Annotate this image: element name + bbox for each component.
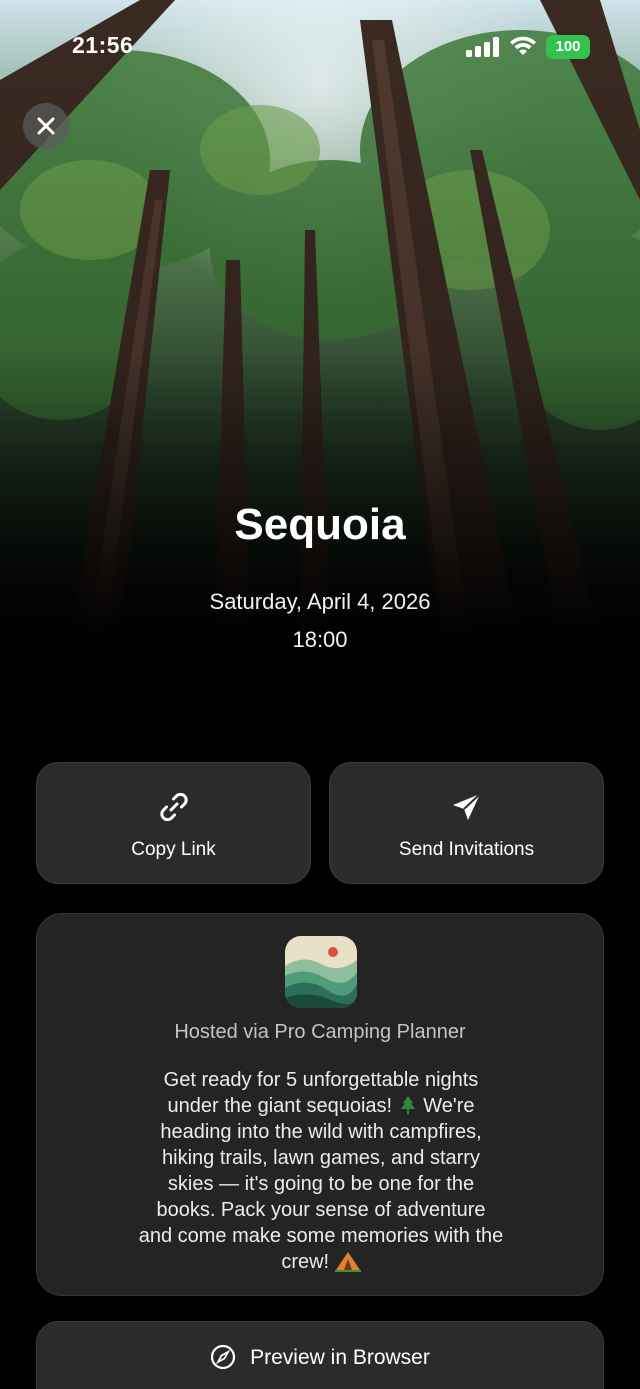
compass-icon <box>211 1344 236 1370</box>
description-line: heading into the wild with campfires, <box>160 1121 482 1143</box>
event-date: Saturday, April 4, 2026 <box>209 589 431 614</box>
description-line: hiking trails, lawn games, and starry <box>162 1147 480 1169</box>
copy-link-button[interactable]: Copy Link <box>36 762 311 884</box>
paper-plane-icon <box>452 793 481 820</box>
description-line: books. Pack your sense of adventure <box>156 1199 486 1221</box>
event-title: Sequoia <box>234 500 406 549</box>
preview-in-browser-label: Preview in Browser <box>250 1346 430 1369</box>
send-invitations-button[interactable]: Send Invitations <box>329 762 604 884</box>
event-description: Get ready for 5 unforgettable nights und… <box>107 1067 535 1275</box>
preview-in-browser-button[interactable]: Preview in Browser <box>36 1321 604 1389</box>
description-line: and come make some memories with the <box>138 1225 504 1247</box>
status-time: 21:56 <box>72 32 134 58</box>
battery-indicator: 100 <box>546 35 590 59</box>
description-line: skies — it's going to be one for the <box>167 1173 475 1195</box>
event-time: 18:00 <box>292 627 348 652</box>
send-invitations-label: Send Invitations <box>398 839 535 860</box>
wifi-icon <box>510 36 536 55</box>
host-card: Hosted via Pro Camping Planner Get ready… <box>36 913 604 1296</box>
tent-icon <box>334 1252 361 1272</box>
cellular-signal-icon <box>466 37 499 57</box>
copy-link-label: Copy Link <box>131 839 216 860</box>
status-bar: 21:56 100 <box>0 0 640 96</box>
link-icon <box>159 792 188 822</box>
description-line: crew! <box>107 1249 535 1275</box>
evergreen-tree-icon <box>400 1096 415 1114</box>
mountains-app-icon <box>285 936 357 1008</box>
hosted-via-text: Hosted via Pro Camping Planner <box>174 1021 466 1043</box>
description-line: under the giant sequoias! We're <box>167 1095 475 1117</box>
description-line: Get ready for 5 unforgettable nights <box>163 1069 479 1091</box>
close-button[interactable] <box>23 103 69 149</box>
close-icon <box>37 117 55 135</box>
